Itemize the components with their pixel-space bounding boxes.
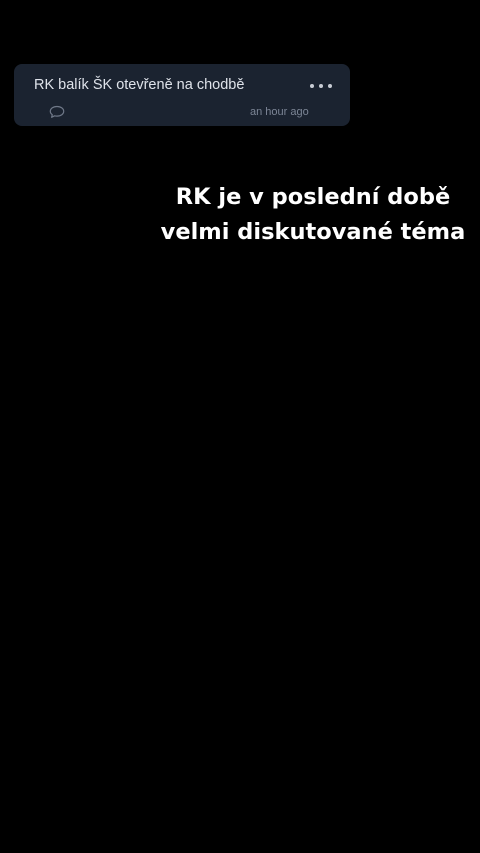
more-dot bbox=[310, 84, 314, 88]
post-card[interactable]: RK balík ŠK otevřeně na chodbě an hour a… bbox=[14, 64, 350, 126]
post-timestamp: an hour ago bbox=[250, 106, 309, 118]
more-dot bbox=[328, 84, 332, 88]
more-dot bbox=[319, 84, 323, 88]
more-options-button[interactable] bbox=[310, 80, 332, 92]
caption-line-2: velmi diskutované téma bbox=[160, 219, 466, 245]
story-caption: RK je v poslední době velmi diskutované … bbox=[150, 180, 476, 250]
comment-bubble-icon[interactable] bbox=[49, 105, 65, 119]
caption-line-1: RK je v poslední době bbox=[175, 184, 451, 210]
post-text: RK balík ŠK otevřeně na chodbě bbox=[34, 77, 245, 93]
